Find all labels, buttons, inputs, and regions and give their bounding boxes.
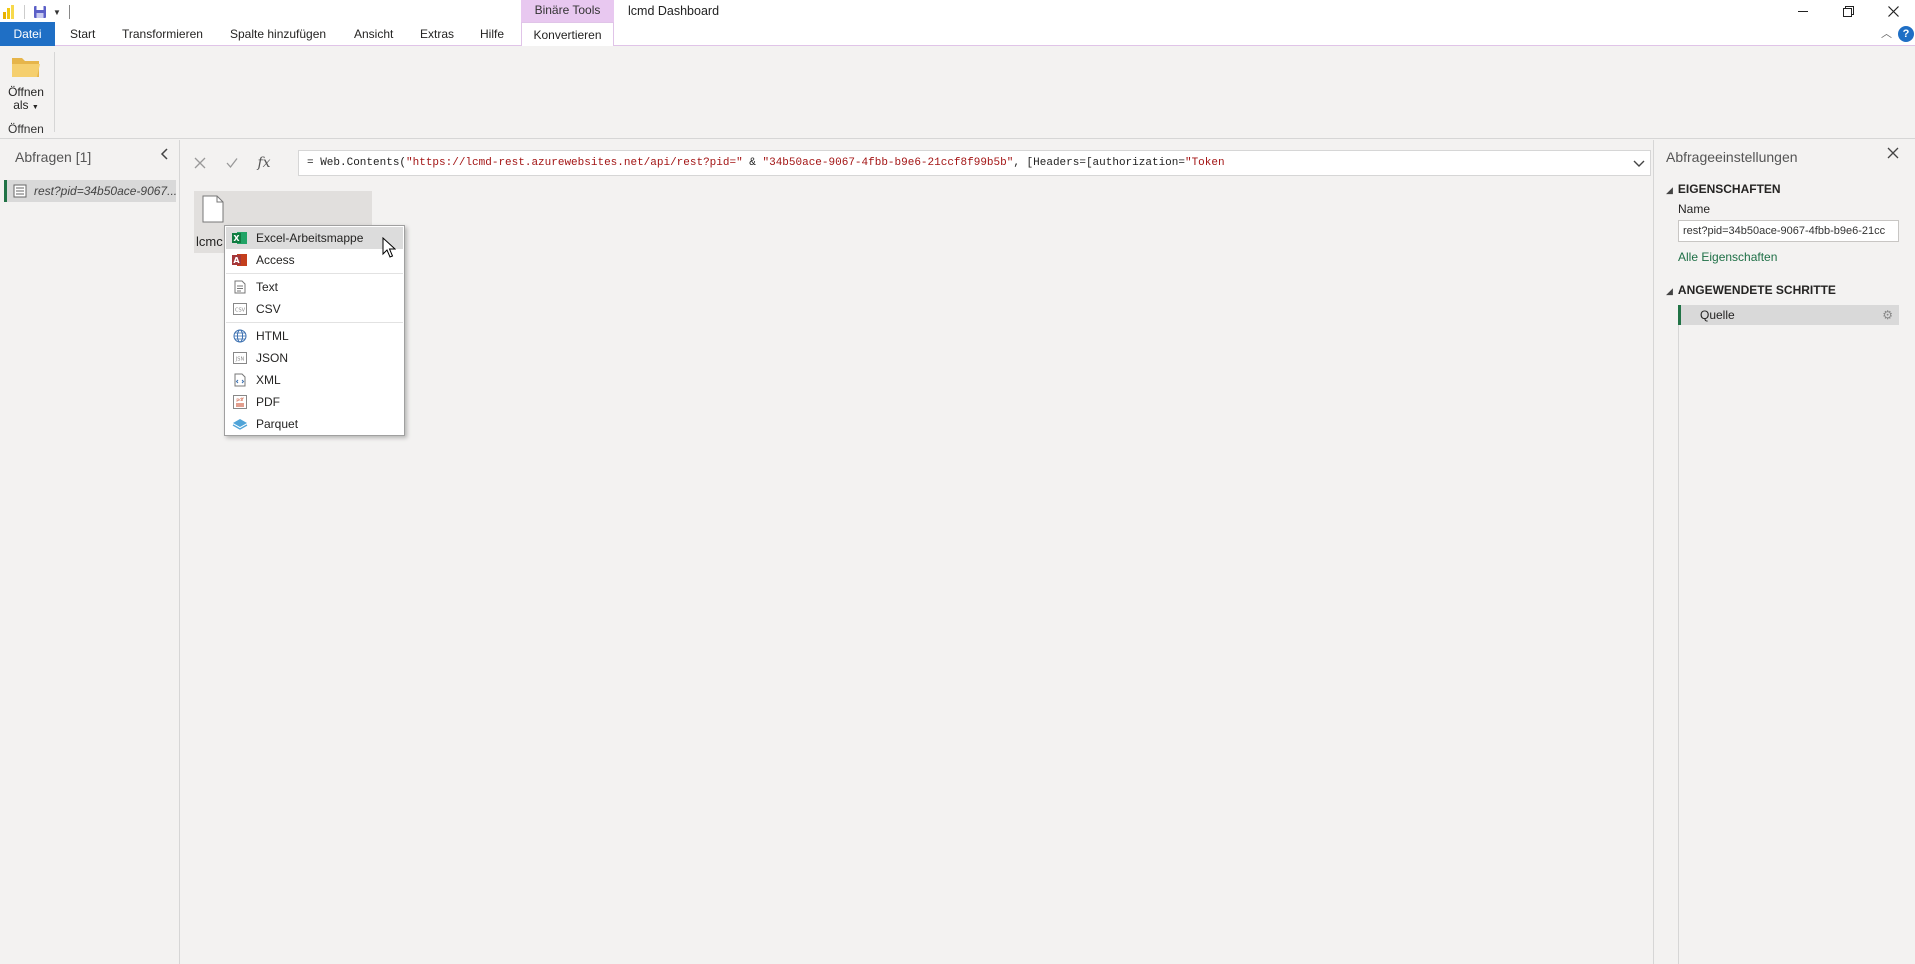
json-icon: JSN [230,350,250,366]
pdf-icon: pdf [230,394,250,410]
svg-text:pdf: pdf [236,397,244,403]
checkmark-icon [226,158,238,169]
queries-pane: Abfragen [1] rest?pid=34b50ace-9067... [0,140,180,964]
menu-item-access[interactable]: A Access [226,249,403,271]
menu-item-excel[interactable]: X Excel-Arbeitsmappe [226,227,403,249]
tab-datei[interactable]: Datei [0,22,55,46]
applied-step-item[interactable]: Quelle ⚙ [1678,305,1899,325]
settings-pane-title: Abfrageeinstellungen [1666,149,1798,165]
menu-item-text[interactable]: Text [226,276,403,298]
qat-dropdown-icon[interactable]: ▼ [53,8,61,17]
tab-extras[interactable]: Extras [410,22,464,46]
ribbon-tabs: Datei Start Transformieren Spalte hinzuf… [0,22,1915,47]
excel-icon: X [230,230,250,246]
close-icon [1887,5,1899,17]
context-tab-group-label: Binäre Tools [521,0,614,22]
confirm-formula-button[interactable] [217,150,247,176]
ribbon: Öffnen als ▼ Öffnen [0,46,1915,139]
folder-icon [12,58,40,77]
svg-text:A: A [233,256,240,265]
close-settings-button[interactable] [1887,146,1899,164]
cancel-icon [194,157,206,169]
help-icon[interactable]: ? [1898,26,1914,42]
save-icon[interactable] [33,5,47,19]
menu-item-json[interactable]: JSN JSON [226,347,403,369]
tab-ansicht[interactable]: Ansicht [344,22,403,46]
all-properties-link[interactable]: Alle Eigenschaften [1678,250,1777,264]
collapse-pane-icon[interactable] [160,148,174,162]
collapse-ribbon-icon[interactable]: ︿ [1881,25,1892,41]
dropdown-arrow-icon: ▼ [31,104,39,111]
name-field-label: Name [1678,202,1711,216]
text-file-icon [230,279,250,295]
menu-separator [226,322,403,323]
properties-section-header[interactable]: ◢ EIGENSCHAFTEN [1666,182,1781,196]
powerbi-logo-icon [3,5,14,19]
fx-icon: fx [257,155,271,171]
open-as-label-line2: als ▼ [13,98,39,112]
expand-formula-icon[interactable] [1632,156,1646,170]
applied-step-label: Quelle [1700,308,1735,322]
binary-file-label: lcmc [196,234,223,249]
quick-access-toolbar: ▼ [2,3,70,21]
globe-icon [230,328,250,344]
applied-steps-list [1678,305,1899,964]
gear-icon[interactable]: ⚙ [1882,308,1893,322]
tab-start[interactable]: Start [60,22,105,46]
menu-item-csv[interactable]: CSV CSV [226,298,403,320]
svg-text:CSV: CSV [235,308,246,314]
minimize-button[interactable] [1781,0,1825,22]
applied-steps-section-header[interactable]: ◢ ANGEWENDETE SCHRITTE [1666,283,1836,297]
cancel-formula-button[interactable] [185,150,215,176]
menu-item-html[interactable]: HTML [226,325,403,347]
close-icon [1887,147,1899,159]
qat-separator [68,5,70,19]
minimize-icon [1798,10,1808,12]
xml-icon [230,372,250,388]
tab-hilfe[interactable]: Hilfe [470,22,514,46]
title-bar: ▼ Binäre Tools lcmd Dashboard [0,0,1915,24]
insert-function-button[interactable]: fx [249,150,279,176]
file-icon [202,195,224,223]
query-settings-pane: Abfrageeinstellungen ◢ EIGENSCHAFTEN Name… [1653,140,1915,964]
mouse-pointer-icon [382,237,396,258]
queries-pane-title: Abfragen [1] [15,149,92,165]
ribbon-group-label: Öffnen [8,122,44,136]
svg-text:JSN: JSN [235,357,245,363]
tab-transformieren[interactable]: Transformieren [112,22,213,46]
window-title: lcmd Dashboard [628,4,720,18]
query-name-input[interactable]: rest?pid=34b50ace-9067-4fbb-b9e6-21cc [1678,220,1899,242]
formula-input[interactable]: = Web.Contents("https://lcmd-rest.azurew… [298,150,1651,176]
expand-triangle-icon: ◢ [1666,286,1673,296]
access-icon: A [230,252,250,268]
table-icon [13,184,27,198]
query-item[interactable]: rest?pid=34b50ace-9067... [4,180,176,202]
restore-button[interactable] [1826,0,1870,22]
close-window-button[interactable] [1871,0,1915,22]
menu-separator [226,273,403,274]
restore-icon [1842,5,1854,17]
svg-text:X: X [233,234,240,243]
menu-item-xml[interactable]: XML [226,369,403,391]
parquet-icon [230,416,250,432]
qat-separator [24,5,25,19]
query-item-label: rest?pid=34b50ace-9067... [34,184,176,198]
tab-konvertieren[interactable]: Konvertieren [521,22,614,47]
open-as-context-menu: X Excel-Arbeitsmappe A Access Text CSV C… [224,225,405,436]
tab-spalte-hinzufuegen[interactable]: Spalte hinzufügen [220,22,336,46]
menu-item-parquet[interactable]: Parquet [226,413,403,435]
ribbon-group-separator [54,52,55,132]
csv-icon: CSV [230,301,250,317]
expand-triangle-icon: ◢ [1666,185,1673,195]
open-as-button[interactable]: Öffnen als ▼ [4,54,48,114]
formula-bar: fx = Web.Contents("https://lcmd-rest.azu… [184,150,1651,176]
menu-item-pdf[interactable]: pdf PDF [226,391,403,413]
